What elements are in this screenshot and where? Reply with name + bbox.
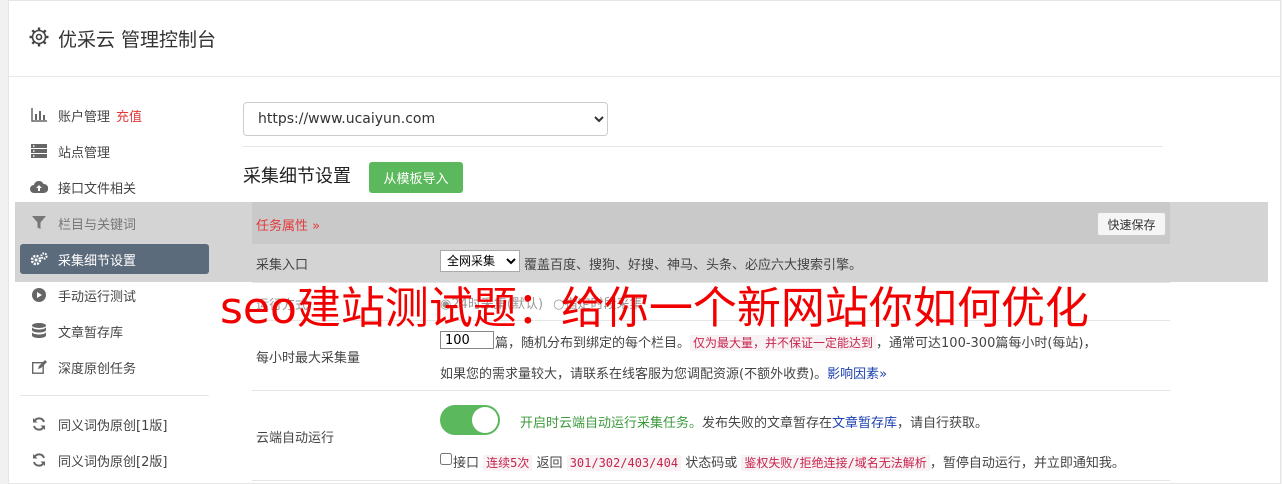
gears-icon (30, 250, 48, 268)
filter-icon (30, 214, 48, 232)
sidebar-item-collect-settings[interactable]: 采集细节设置 (20, 244, 209, 274)
overlay-title: seo建站测试题：给你一个新网站你如何优化 (220, 283, 1089, 334)
max-text2: ，通常可达100-300篇每小时(每站)， (876, 336, 1097, 351)
sidebar-item-label: 接口文件相关 (58, 181, 137, 197)
sidebar-item-interface[interactable]: 接口文件相关 (20, 172, 209, 202)
entry-select[interactable]: 全网采集 (440, 250, 520, 272)
site-select[interactable]: https://www.ucaiyun.com (243, 102, 608, 136)
sidebar-item-sites[interactable]: 站点管理 (20, 136, 209, 166)
factors-link[interactable]: 影响因素 (827, 367, 879, 382)
pink-status-codes: 301/302/403/404 (566, 455, 682, 471)
refresh-icon (30, 415, 48, 433)
sidebar-item-account[interactable]: 账户管理 充值 (20, 100, 209, 130)
row-divider (252, 390, 1170, 391)
divider (243, 146, 1163, 147)
sidebar-item-label: 手动运行测试 (58, 289, 137, 305)
text-return: 返回 (536, 456, 563, 471)
cloud-desc: 开启时云端自动运行采集任务。发布失败的文章暂存在文章暂存库，请自行获取。 (520, 412, 988, 431)
sidebar-item-manual-run[interactable]: 手动运行测试 (20, 280, 209, 310)
section-title: 采集细节设置 (243, 166, 351, 187)
sidebar-item-columns[interactable]: 栏目与关键词 (20, 208, 209, 238)
sidebar-item-article-store[interactable]: 文章暂存库 (20, 316, 209, 346)
pause-desc: 接口 连续5次 返回 301/302/403/404 状态码或 鉴权失败/拒绝连… (453, 452, 1125, 471)
pink-errors: 鉴权失败/拒绝连接/域名无法解析 (741, 455, 930, 471)
cloud-auto-run-toggle[interactable] (440, 405, 500, 435)
sidebar-item-label: 栏目与关键词 (58, 217, 137, 233)
max-note: 仅为最大量，并不保证一定能达到 (690, 335, 877, 351)
row-divider (252, 480, 1170, 481)
recharge-link[interactable]: 充值 (116, 106, 142, 125)
sidebar-item-label: 采集细节设置 (58, 253, 137, 269)
sidebar-item-deep-original[interactable]: 深度原创任务 (20, 352, 209, 382)
sidebar-item-label: 站点管理 (58, 145, 111, 161)
pause-on-error-checkbox[interactable] (440, 453, 452, 465)
import-template-button[interactable]: 从模板导入 (369, 162, 463, 193)
gear-icon (29, 27, 49, 47)
sidebar-item-label: 账户管理 (58, 109, 111, 125)
page-title: 优采云 管理控制台 (58, 29, 217, 51)
sidebar-item-label: 深度原创任务 (58, 361, 137, 377)
database-icon (30, 322, 48, 340)
max-text1: 篇，随机分布到绑定的每个栏目。 (495, 336, 691, 351)
server-icon (30, 142, 48, 160)
text-status: 状态码或 (685, 456, 738, 471)
article-store-link[interactable]: 文章暂存库 (832, 416, 897, 431)
tab-task-properties[interactable]: 任务属性 » (256, 215, 320, 234)
sidebar-item-synonym-v1[interactable]: 同义词伪原创[1版] (20, 409, 209, 439)
chevron-down-icon: » (879, 367, 888, 382)
header: 优采云 管理控制台 (9, 1, 1280, 77)
max-label: 每小时最大采集量 (256, 351, 361, 366)
entry-label: 采集入口 (256, 258, 309, 273)
sidebar-divider (20, 395, 209, 396)
cloud-label: 云端自动运行 (256, 431, 335, 446)
edit-icon (30, 358, 48, 376)
bar-chart-icon (30, 106, 48, 124)
max-desc-line2: 如果您的需求量较大，请联系在线客服为您调配资源(不额外收费)。影响因素» (440, 363, 887, 382)
sidebar-item-label: 文章暂存库 (58, 325, 124, 341)
chk-label: 接口 (453, 456, 480, 471)
cloud-text2: ，请自行获取。 (897, 416, 989, 431)
sidebar-item-label: 同义词伪原创[1版] (58, 418, 168, 434)
toggle-knob (472, 407, 498, 433)
cloud-green-text: 开启时云端自动运行采集任务。 (520, 416, 703, 431)
cloud-upload-icon (30, 178, 48, 196)
cloud-text1: 发布失败的文章暂存在 (702, 416, 833, 431)
form-header: 任务属性 » 快速保存 (252, 202, 1170, 244)
refresh-icon (30, 451, 48, 469)
quick-save-button[interactable]: 快速保存 (1097, 212, 1166, 236)
sidebar-item-label: 同义词伪原创[2版] (58, 454, 168, 470)
pink-consecutive: 连续5次 (483, 455, 533, 471)
max-line2: 如果您的需求量较大，请联系在线客服为您调配资源(不额外收费)。 (440, 367, 828, 382)
play-circle-icon (30, 286, 48, 304)
text-pause: ，暂停自动运行，并立即通知我。 (929, 456, 1125, 471)
sidebar-item-synonym-v2[interactable]: 同义词伪原创[2版] (20, 445, 209, 475)
entry-desc: 覆盖百度、搜狗、好搜、神马、头条、必应六大搜索引擎。 (524, 258, 863, 273)
